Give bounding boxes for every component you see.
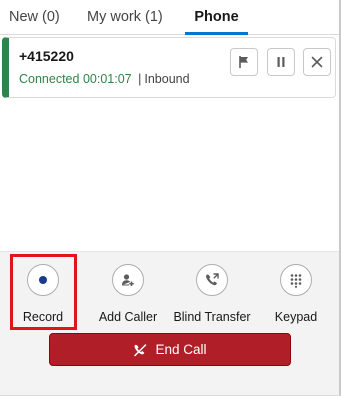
record-button[interactable]: Record [3, 264, 83, 324]
active-call-card: +415220 Connected 00:01:07 | Inbound [2, 37, 336, 98]
record-icon [39, 276, 47, 284]
close-icon [311, 56, 323, 68]
tab-phone[interactable]: Phone [185, 0, 248, 35]
add-caller-button[interactable]: Add Caller [88, 264, 168, 324]
blind-transfer-label: Blind Transfer [173, 310, 251, 324]
caller-number: +415220 [19, 48, 74, 64]
call-status-line: Connected 00:01:07 | Inbound [19, 72, 190, 86]
call-status: Connected [19, 72, 80, 86]
call-duration: 00:01:07 [82, 72, 132, 86]
add-caller-circle[interactable] [112, 264, 144, 296]
add-caller-icon [122, 274, 134, 286]
keypad-icon [290, 274, 302, 288]
call-direction: Inbound [144, 72, 190, 86]
flag-button[interactable] [230, 48, 258, 76]
end-call-button[interactable]: End Call [49, 333, 291, 366]
record-label: Record [22, 310, 64, 324]
end-call-label: End Call [155, 342, 207, 357]
status-separator: | [138, 72, 142, 86]
tab-my-work[interactable]: My work (1) [87, 0, 163, 34]
hold-button[interactable] [267, 48, 295, 76]
tab-bar: New (0) My work (1) Phone [0, 0, 339, 35]
tab-new[interactable]: New (0) [9, 0, 60, 34]
blind-transfer-icon [206, 273, 219, 286]
blind-transfer-circle[interactable] [196, 264, 228, 296]
call-controls-panel: Record Add Caller Blind Transfer Keypad [0, 251, 339, 395]
flag-icon [239, 56, 248, 68]
end-call-icon [134, 343, 147, 356]
pause-icon [277, 57, 285, 67]
add-caller-label: Add Caller [98, 310, 158, 324]
keypad-label: Keypad [274, 310, 318, 324]
phone-panel: New (0) My work (1) Phone +415220 Connec… [0, 0, 341, 396]
blind-transfer-button[interactable]: Blind Transfer [172, 264, 252, 324]
keypad-circle[interactable] [280, 264, 312, 296]
close-button[interactable] [303, 48, 331, 76]
record-circle[interactable] [27, 264, 59, 296]
keypad-button[interactable]: Keypad [256, 264, 336, 324]
